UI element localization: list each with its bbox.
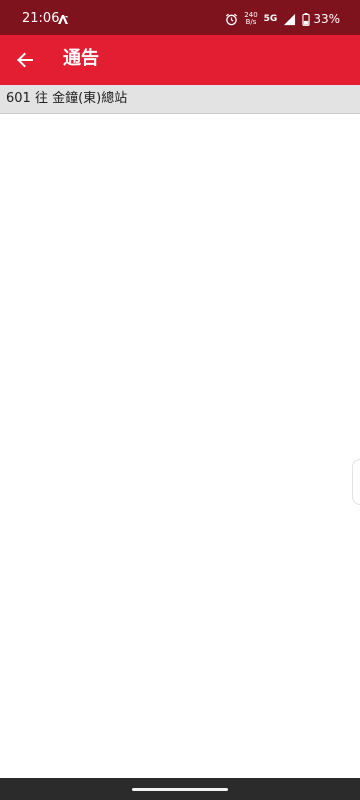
- status-bar: 21:06 240 B/s 5G 33%: [0, 0, 360, 35]
- notification-app-icon: [58, 15, 68, 24]
- notice-content-area: [0, 114, 360, 778]
- battery-icon: [302, 12, 310, 26]
- status-icons: 240 B/s 5G 33%: [219, 9, 340, 29]
- battery-percent: 33%: [313, 12, 340, 26]
- alarm-icon: [226, 13, 238, 25]
- signal-icon: [284, 13, 296, 25]
- navigation-bar: [0, 778, 360, 800]
- arrow-left-icon: [17, 52, 33, 68]
- back-button[interactable]: [10, 45, 40, 75]
- net-speed: 240 B/s: [244, 12, 257, 26]
- route-header: 601 往 金鐘(東)總站: [0, 85, 360, 114]
- edge-panel-handle[interactable]: [352, 459, 360, 505]
- app-bar: 通告: [0, 35, 360, 85]
- home-indicator[interactable]: [132, 788, 228, 791]
- network-type: 5G: [263, 13, 278, 24]
- net-speed-unit: B/s: [245, 18, 257, 26]
- status-time: 21:06: [22, 11, 60, 26]
- page-title: 通告: [63, 48, 99, 69]
